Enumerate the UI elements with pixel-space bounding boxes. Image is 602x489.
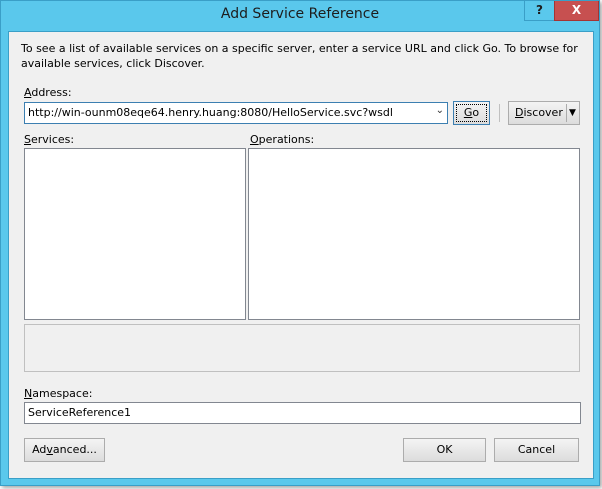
discover-label: Discover: [515, 102, 563, 124]
services-label-text: ervices:: [30, 133, 75, 146]
namespace-access-key: N: [24, 387, 33, 400]
services-tree[interactable]: [24, 148, 246, 320]
split-divider: [566, 104, 567, 122]
cancel-button[interactable]: Cancel: [494, 438, 579, 462]
chevron-down-icon[interactable]: ⌄: [436, 105, 444, 116]
services-access-key: S: [24, 133, 31, 146]
go-button[interactable]: Go: [453, 101, 490, 125]
advanced-label-pre: Ad: [32, 443, 47, 456]
title-bar[interactable]: Add Service Reference ? X: [1, 1, 599, 29]
triangle-down-icon[interactable]: ▼: [569, 102, 576, 124]
operations-access-key: O: [250, 133, 259, 146]
operations-list[interactable]: [248, 148, 580, 320]
operations-label: Operations:: [250, 133, 314, 146]
address-input[interactable]: http://win-ounm08eqe64.henry.huang:8080/…: [28, 106, 393, 119]
operations-label-text: perations:: [258, 133, 315, 146]
namespace-label-text: amespace:: [32, 387, 93, 400]
namespace-input[interactable]: ServiceReference1: [24, 402, 581, 424]
discover-button[interactable]: Discover ▼: [508, 101, 580, 125]
discover-label-text: iscover: [523, 106, 563, 119]
window-title: Add Service Reference: [220, 6, 380, 22]
address-combobox[interactable]: http://win-ounm08eqe64.henry.huang:8080/…: [24, 102, 448, 124]
help-button[interactable]: ?: [524, 1, 555, 21]
advanced-label-post: anced...: [52, 443, 97, 456]
services-label: Services:: [24, 133, 74, 146]
go-label: o: [472, 106, 480, 119]
address-label-text: ddress:: [31, 86, 72, 99]
address-label: Address:: [24, 86, 72, 99]
toolbar-divider: [499, 104, 500, 122]
close-button[interactable]: X: [554, 1, 599, 21]
status-message-area: [24, 324, 580, 372]
close-icon: X: [571, 3, 582, 17]
instructions-text: To see a list of available services on a…: [21, 42, 578, 70]
namespace-label: Namespace:: [24, 387, 92, 400]
namespace-value[interactable]: ServiceReference1: [28, 406, 131, 419]
ok-button[interactable]: OK: [403, 438, 486, 462]
advanced-button[interactable]: Advanced...: [24, 438, 105, 462]
